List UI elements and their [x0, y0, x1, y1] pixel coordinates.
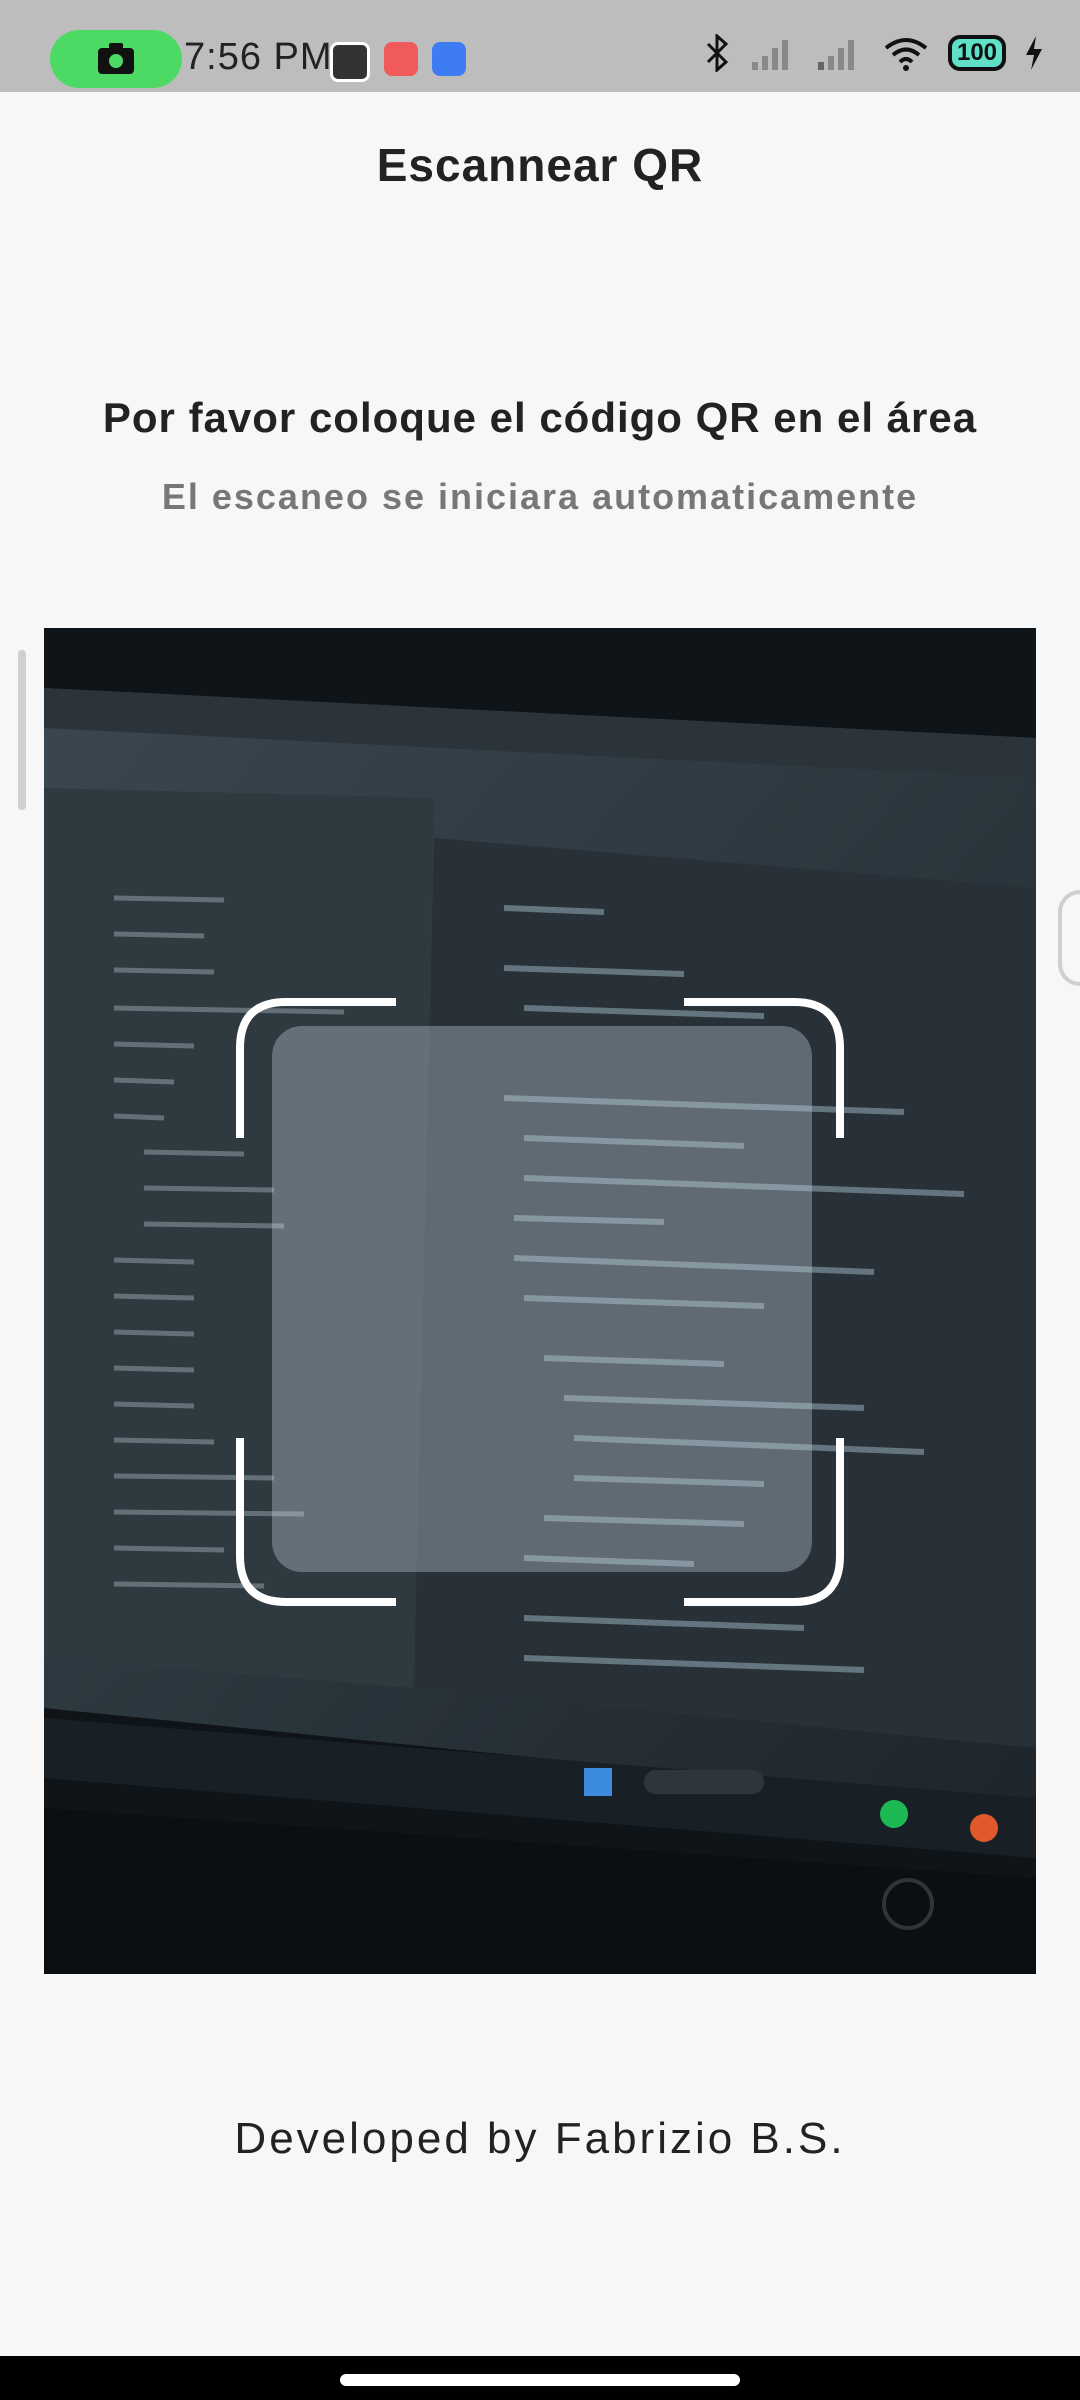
notification-video-icon	[432, 42, 466, 76]
home-gesture-bar[interactable]	[340, 2374, 740, 2386]
bluetooth-icon	[706, 34, 729, 72]
wifi-icon	[884, 38, 928, 71]
scroll-indicator	[18, 650, 26, 810]
notification-icons	[330, 42, 466, 82]
edge-panel-handle[interactable]	[1058, 890, 1080, 986]
signal-icon	[752, 40, 788, 70]
battery-icon: 100	[948, 35, 1006, 71]
page-title: Escannear QR	[376, 139, 704, 191]
signal-icon-2	[818, 40, 854, 70]
screen-record-indicator[interactable]	[50, 30, 182, 88]
status-bar: 7:56 PM 100	[0, 0, 1080, 92]
notification-app-icon	[330, 42, 370, 82]
charging-icon	[1026, 36, 1042, 70]
instruction-title: Por favor coloque el código QR en el áre…	[102, 394, 978, 441]
notification-record-icon	[384, 42, 418, 76]
qr-scan-frame	[236, 998, 844, 1606]
camera-icon	[98, 43, 134, 74]
camera-preview[interactable]	[44, 628, 1036, 1974]
footer-credit: Developed by Fabrizio B.S.	[234, 2114, 846, 2163]
status-time: 7:56 PM	[184, 36, 333, 78]
instruction-subtitle: El escaneo se iniciara automaticamente	[161, 476, 919, 517]
navigation-bar	[0, 2356, 1080, 2400]
scan-corners	[236, 998, 844, 1606]
status-icons: 100	[704, 34, 1044, 72]
